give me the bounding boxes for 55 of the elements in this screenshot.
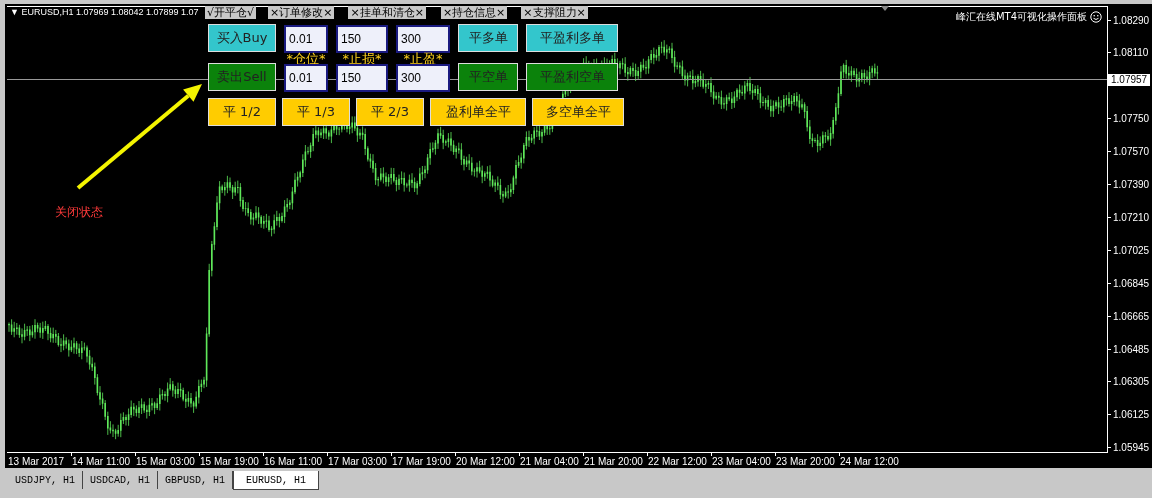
panel-tab[interactable]: ×支撑阻力× (521, 6, 588, 19)
chart-header: ▼ EURUSD,H1 1.07969 1.08042 1.07899 1.07 (10, 7, 199, 17)
order-button[interactable]: 盈利单全平 (430, 98, 526, 126)
status-annotation: 关闭状态 (55, 204, 103, 221)
price-label: 1.06665 (1113, 310, 1150, 322)
order-button[interactable]: 平多单 (458, 24, 518, 52)
input-field[interactable]: 0.01 (284, 64, 328, 92)
order-button[interactable]: 平盈利多单 (526, 24, 618, 52)
time-label: 14 Mar 11:00 (71, 453, 131, 468)
price-label: 1.07210 (1113, 211, 1150, 223)
order-button[interactable]: 平 2/3 (356, 98, 424, 126)
field-label: *仓位* (285, 53, 327, 63)
current-price-label: 1.07957 (1108, 74, 1151, 86)
time-label: 21 Mar 20:00 (583, 453, 643, 468)
price-label: 1.06845 (1113, 277, 1150, 289)
time-label: 16 Mar 11:00 (263, 453, 323, 468)
input-field[interactable]: 300 (396, 64, 450, 92)
price-label: 1.07750 (1113, 113, 1150, 125)
time-label: 20 Mar 12:00 (455, 453, 515, 468)
price-label: 1.08290 (1113, 14, 1150, 26)
order-button[interactable]: 多空单全平 (532, 98, 624, 126)
price-label: 1.07025 (1113, 244, 1150, 256)
time-label: 15 Mar 19:00 (199, 453, 259, 468)
time-label: 17 Mar 03:00 (327, 453, 387, 468)
triangle-icon (881, 6, 889, 11)
price-label: 1.06125 (1113, 409, 1150, 421)
panel-tab[interactable]: √开平仓√ (205, 6, 257, 19)
time-label: 15 Mar 03:00 (135, 453, 195, 468)
time-label: 17 Mar 19:00 (391, 453, 451, 468)
smiley-icon (1090, 11, 1102, 23)
time-label: 22 Mar 12:00 (647, 453, 707, 468)
panel-tab[interactable]: ×订单修改× (268, 6, 335, 19)
price-label: 1.06485 (1113, 343, 1150, 355)
time-label: 24 Mar 12:00 (839, 453, 899, 468)
panel-tab[interactable]: ×挂单和清仓× (348, 6, 426, 19)
panel-tab[interactable]: ×持仓信息× (440, 6, 508, 19)
field-label: *止盈* (402, 53, 444, 63)
time-label: 23 Mar 20:00 (775, 453, 835, 468)
input-field[interactable]: 150 (336, 64, 388, 92)
price-label: 1.05945 (1113, 442, 1150, 454)
price-label: 1.07390 (1113, 179, 1150, 190)
chart-tab[interactable]: EURUSD, H1 (233, 471, 320, 490)
input-field[interactable]: 300 (396, 25, 450, 53)
input-field[interactable]: 150 (336, 25, 388, 53)
time-label: 23 Mar 04:00 (711, 453, 771, 468)
order-button[interactable]: 平 1/2 (208, 98, 276, 126)
price-label: 1.08110 (1113, 47, 1149, 59)
order-button[interactable]: 买入Buy (208, 24, 276, 52)
input-field[interactable]: 0.01 (284, 25, 328, 53)
order-button[interactable]: 平 1/3 (282, 98, 350, 126)
time-label: 13 Mar 2017 (7, 455, 65, 468)
time-label: 21 Mar 04:00 (519, 453, 579, 468)
panel-title: 峰汇在线MT4可视化操作面板 (955, 10, 1087, 24)
price-label: 1.06305 (1113, 376, 1150, 388)
price-label: 1.07570 (1113, 146, 1150, 158)
